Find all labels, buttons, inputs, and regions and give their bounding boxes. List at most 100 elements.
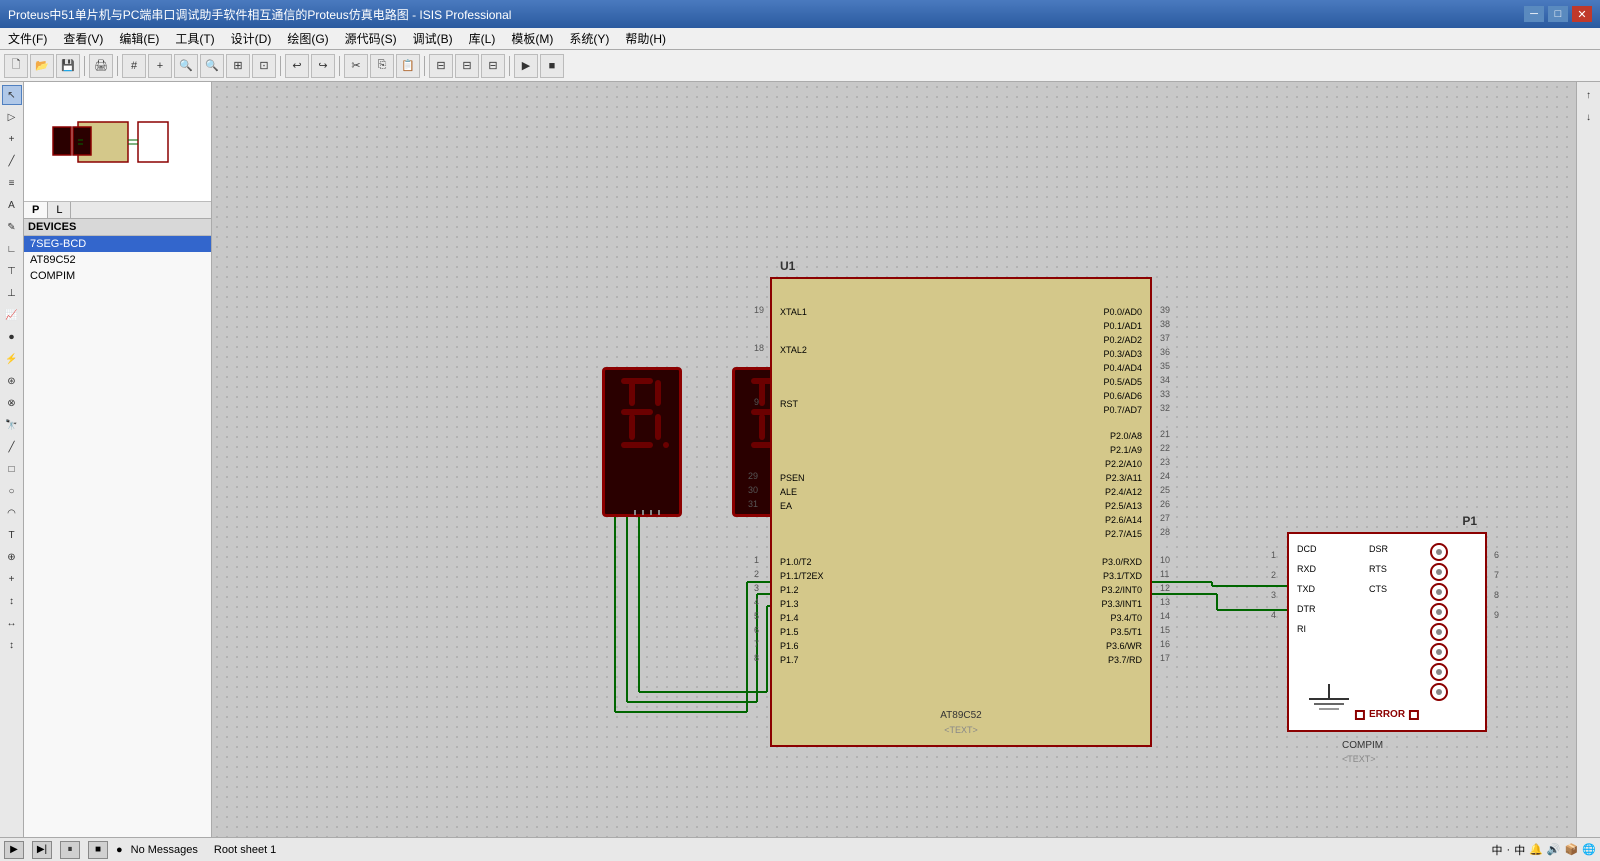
undo-button[interactable]: ↩	[285, 54, 309, 78]
label-tool[interactable]: A	[2, 195, 22, 215]
pin-tool[interactable]: ⊥	[2, 283, 22, 303]
play-button[interactable]: ▶	[4, 841, 24, 859]
menu-help[interactable]: 帮助(H)	[617, 28, 674, 50]
align-left[interactable]: ⊟	[429, 54, 453, 78]
tape-tool[interactable]: ⏺	[2, 327, 22, 347]
zoom-tool[interactable]: ↕	[2, 591, 22, 611]
menu-file[interactable]: 文件(F)	[0, 28, 55, 50]
sidebar: P L DEVICES 7SEG-BCD AT89C52 COMPIM	[24, 82, 212, 837]
text-tool[interactable]: T	[2, 525, 22, 545]
toolbar-sep-6	[509, 56, 510, 76]
pinnum-8: 8	[754, 653, 759, 663]
menu-edit[interactable]: 编辑(E)	[111, 28, 167, 50]
zoom-sel-button[interactable]: ⊡	[252, 54, 276, 78]
message-icon: ●	[116, 844, 123, 856]
device-at89c52[interactable]: AT89C52	[24, 252, 211, 268]
print-button[interactable]: 🖨	[89, 54, 113, 78]
run-button[interactable]: ▶	[514, 54, 538, 78]
stop-button[interactable]: ■	[88, 841, 108, 859]
close-button[interactable]: ✕	[1572, 6, 1592, 22]
curr-probe[interactable]: ⊗	[2, 393, 22, 413]
chip-text: <TEXT>	[944, 725, 978, 735]
left-toolbar: ↖ ▷ + ╱ ≡ A ✎ ∟ ⊤ ⊥ 📈 ⏺ ⚡ ⊛ ⊗ 🔭 ╱ □ ○ ◠ …	[0, 82, 24, 837]
menu-view[interactable]: 查看(V)	[55, 28, 111, 50]
symbol-tool[interactable]: ⊕	[2, 547, 22, 567]
align-right[interactable]: ⊟	[455, 54, 479, 78]
marker-tool[interactable]: +	[2, 569, 22, 589]
tab-p[interactable]: P	[24, 202, 48, 218]
compim-text: <TEXT>	[1342, 754, 1376, 764]
pause-button[interactable]: ⏸	[60, 841, 80, 859]
maximize-button[interactable]: □	[1548, 6, 1568, 22]
pinnum-21: 21	[1160, 429, 1170, 439]
graph-tool[interactable]: 📈	[2, 305, 22, 325]
arc-tool[interactable]: ◠	[2, 503, 22, 523]
paste-button[interactable]: 📋	[396, 54, 420, 78]
grid-button[interactable]: #	[122, 54, 146, 78]
canvas[interactable]: U1 XTAL1 XTAL2 RST PSEN ALE EA P1.0/T2 P…	[212, 82, 1576, 837]
stop-button[interactable]: ■	[540, 54, 564, 78]
pin-p36-label: P3.6/WR	[1106, 641, 1142, 651]
script-tool[interactable]: ✎	[2, 217, 22, 237]
rt-btn-1[interactable]: ↑	[1579, 85, 1599, 105]
toolbar: 🗋 📂 💾 🖨 # + 🔍 🔍 ⊞ ⊡ ↩ ↪ ✂ ⎘ 📋 ⊟ ⊟ ⊟ ▶ ■	[0, 50, 1600, 82]
wire-tool[interactable]: ╱	[2, 151, 22, 171]
menu-library[interactable]: 库(L)	[461, 28, 504, 50]
volt-probe[interactable]: ⊛	[2, 371, 22, 391]
seg1-svg	[605, 370, 685, 520]
menu-system[interactable]: 系统(Y)	[561, 28, 617, 50]
status-icon-4: 🔔	[1529, 843, 1543, 856]
zoom-out-button[interactable]: 🔍	[200, 54, 224, 78]
pin-p03-label: P0.3/AD3	[1103, 349, 1142, 359]
box-tool[interactable]: □	[2, 459, 22, 479]
pinnum-17: 17	[1160, 653, 1170, 663]
menu-design[interactable]: 设计(D)	[223, 28, 280, 50]
pin-p35-label: P3.5/T1	[1110, 627, 1142, 637]
junction-tool[interactable]: +	[2, 129, 22, 149]
cut-button[interactable]: ✂	[344, 54, 368, 78]
menu-template[interactable]: 模板(M)	[503, 28, 561, 50]
select-tool[interactable]: ↖	[2, 85, 22, 105]
menu-tools[interactable]: 工具(T)	[167, 28, 222, 50]
main-area: ↖ ▷ + ╱ ≡ A ✎ ∟ ⊤ ⊥ 📈 ⏺ ⚡ ⊛ ⊗ 🔭 ╱ □ ○ ◠ …	[0, 82, 1600, 837]
rt-btn-2[interactable]: ↓	[1579, 107, 1599, 127]
menu-draw[interactable]: 绘图(G)	[279, 28, 336, 50]
flip-v-tool[interactable]: ↕	[2, 635, 22, 655]
virtual-inst[interactable]: 🔭	[2, 415, 22, 435]
redo-button[interactable]: ↪	[311, 54, 335, 78]
pin-ea-label: EA	[780, 501, 792, 511]
pinnum-35: 35	[1160, 361, 1170, 371]
device-7seg[interactable]: 7SEG-BCD	[24, 236, 211, 252]
align-top[interactable]: ⊟	[481, 54, 505, 78]
open-button[interactable]: 📂	[30, 54, 54, 78]
bus-tool[interactable]: ≡	[2, 173, 22, 193]
titlebar: Proteus中51单片机与PC端串口调试助手软件相互通信的Proteus仿真电…	[0, 0, 1600, 28]
pin-p21-label: P2.1/A9	[1110, 445, 1142, 455]
zoom-in-button[interactable]: 🔍	[174, 54, 198, 78]
line-tool[interactable]: ╱	[2, 437, 22, 457]
pinnum-31: 31	[748, 499, 758, 509]
gen-tool[interactable]: ⚡	[2, 349, 22, 369]
pinnum-9: 9	[754, 397, 759, 407]
right-toolbar: ↑ ↓	[1576, 82, 1600, 837]
bus-entry[interactable]: ∟	[2, 239, 22, 259]
pinnum-26: 26	[1160, 499, 1170, 509]
flip-h-tool[interactable]: ↔	[2, 613, 22, 633]
component-tool[interactable]: ▷	[2, 107, 22, 127]
new-button[interactable]: 🗋	[4, 54, 28, 78]
zoom-fit-button[interactable]: ⊞	[226, 54, 250, 78]
pinnum-36: 36	[1160, 347, 1170, 357]
device-compim[interactable]: COMPIM	[24, 268, 211, 284]
copy-button[interactable]: ⎘	[370, 54, 394, 78]
step-button[interactable]: ▶|	[32, 841, 52, 859]
add-button[interactable]: +	[148, 54, 172, 78]
minimize-button[interactable]: ─	[1524, 6, 1544, 22]
pinnum-15: 15	[1160, 625, 1170, 635]
save-button[interactable]: 💾	[56, 54, 80, 78]
tab-l[interactable]: L	[48, 202, 71, 218]
pinnum-10: 10	[1160, 555, 1170, 565]
circle-tool[interactable]: ○	[2, 481, 22, 501]
menu-debug[interactable]: 调试(B)	[405, 28, 461, 50]
menu-source[interactable]: 源代码(S)	[337, 28, 405, 50]
terminal-tool[interactable]: ⊤	[2, 261, 22, 281]
